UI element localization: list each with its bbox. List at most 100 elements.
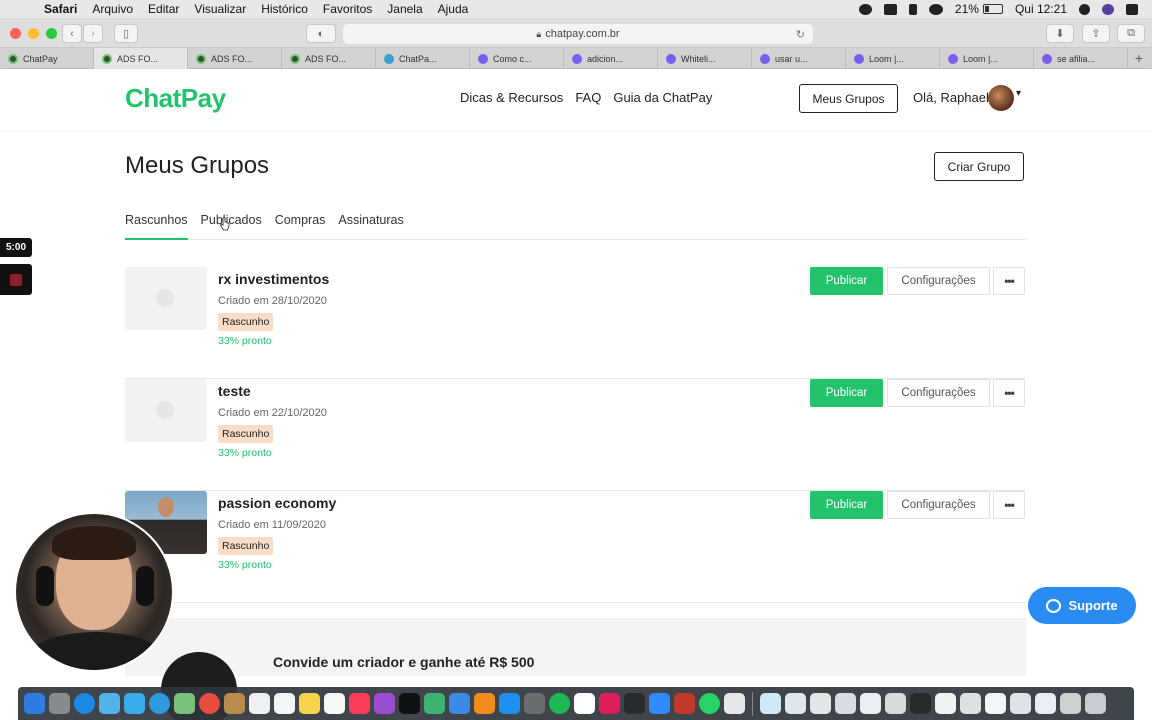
close-window-button[interactable]	[10, 28, 21, 39]
pages-icon[interactable]	[474, 693, 495, 714]
dock-document-icon[interactable]	[1060, 693, 1081, 714]
group-thumbnail[interactable]	[125, 379, 207, 442]
avatar[interactable]	[988, 85, 1014, 111]
menu-editar[interactable]: Editar	[148, 2, 179, 16]
browser-tab[interactable]: ADS FO...	[188, 48, 282, 69]
tab-publicados[interactable]: Publicados	[201, 213, 262, 240]
browser-tab[interactable]: Loom |...	[846, 48, 940, 69]
invite-text[interactable]: Convide um criador e ganhe até R$ 500	[273, 654, 534, 670]
preview-icon[interactable]	[99, 693, 120, 714]
dock-document-icon[interactable]	[885, 693, 906, 714]
textedit-icon[interactable]	[724, 693, 745, 714]
dock-document-icon[interactable]	[1035, 693, 1056, 714]
app-store-icon[interactable]	[499, 693, 520, 714]
wifi-icon[interactable]	[928, 3, 943, 15]
siri-icon[interactable]	[1102, 3, 1114, 15]
privacy-shield-icon[interactable]: ◐	[306, 24, 336, 43]
control-center-icon[interactable]	[1126, 3, 1138, 15]
photos-icon[interactable]	[199, 693, 220, 714]
browser-tab[interactable]: ChatPay	[0, 48, 94, 69]
browser-tab[interactable]: ChatPa...	[376, 48, 470, 69]
mail-icon[interactable]	[124, 693, 145, 714]
user-greeting[interactable]: Olá, Raphael	[913, 90, 989, 105]
dock-document-icon[interactable]	[960, 693, 981, 714]
downloads-icon[interactable]: ⬇	[1046, 24, 1074, 43]
publish-button[interactable]: Publicar	[810, 267, 883, 295]
settings-button[interactable]: Configurações	[887, 267, 990, 295]
messages-icon[interactable]	[149, 693, 170, 714]
browser-tab[interactable]: Loom |...	[940, 48, 1034, 69]
contacts-icon[interactable]	[224, 693, 245, 714]
tab-rascunhos[interactable]: Rascunhos	[125, 213, 188, 240]
podcasts-icon[interactable]	[374, 693, 395, 714]
more-options-icon[interactable]: •••	[993, 267, 1025, 295]
nav-dicas-recursos[interactable]: Dicas & Recursos	[460, 90, 563, 105]
back-button[interactable]: ‹	[62, 24, 82, 43]
new-tab-button[interactable]: +	[1128, 48, 1150, 68]
reload-icon[interactable]: ↻	[796, 28, 805, 41]
group-name[interactable]: teste	[218, 383, 251, 399]
calendar-icon[interactable]	[249, 693, 270, 714]
menu-ajuda[interactable]: Ajuda	[438, 2, 469, 16]
tab-assinaturas[interactable]: Assinaturas	[338, 213, 403, 240]
tab-compras[interactable]: Compras	[275, 213, 326, 240]
more-options-icon[interactable]: •••	[993, 491, 1025, 519]
bluetooth-icon[interactable]	[908, 3, 917, 15]
dock-document-icon[interactable]	[985, 693, 1006, 714]
dock-document-icon[interactable]	[785, 693, 806, 714]
menu-visualizar[interactable]: Visualizar	[194, 2, 246, 16]
terminal-icon[interactable]	[624, 693, 645, 714]
battery-indicator[interactable]: 21%	[955, 2, 1003, 16]
reminders-icon[interactable]	[274, 693, 295, 714]
publish-button[interactable]: Publicar	[810, 379, 883, 407]
my-groups-button[interactable]: Meus Grupos	[799, 84, 898, 113]
browser-tab-active[interactable]: ADS FO...	[94, 48, 188, 69]
keynote-icon[interactable]	[449, 693, 470, 714]
publish-button[interactable]: Publicar	[810, 491, 883, 519]
gear-status-icon[interactable]	[858, 3, 872, 15]
create-group-button[interactable]: Criar Grupo	[934, 152, 1024, 181]
nav-faq[interactable]: FAQ	[575, 90, 601, 105]
notion-icon[interactable]	[574, 693, 595, 714]
settings-button[interactable]: Configurações	[887, 491, 990, 519]
spotlight-search-icon[interactable]	[1079, 3, 1090, 15]
chevron-down-icon[interactable]: ▾	[1016, 88, 1021, 99]
dock-document-icon[interactable]	[1010, 693, 1031, 714]
menu-arquivo[interactable]: Arquivo	[92, 2, 133, 16]
browser-tab[interactable]: Whiteli...	[658, 48, 752, 69]
dock-window-icon[interactable]	[910, 693, 931, 714]
finder-icon[interactable]	[24, 693, 45, 714]
group-thumbnail[interactable]	[125, 267, 207, 330]
music-icon[interactable]	[349, 693, 370, 714]
apple-tv-icon[interactable]	[399, 693, 420, 714]
tab-overview-icon[interactable]: ⧉	[1117, 24, 1145, 43]
group-name[interactable]: rx investimentos	[218, 271, 329, 287]
chatpay-logo[interactable]: ChatPay	[125, 83, 226, 114]
browser-tab[interactable]: usar u...	[752, 48, 846, 69]
zoom-window-button[interactable]	[46, 28, 57, 39]
menu-janela[interactable]: Janela	[387, 2, 422, 16]
minimize-window-button[interactable]	[28, 28, 39, 39]
stop-recording-button[interactable]	[0, 264, 32, 295]
dock-document-icon[interactable]	[835, 693, 856, 714]
more-options-icon[interactable]: •••	[993, 379, 1025, 407]
launchpad-icon[interactable]	[49, 693, 70, 714]
maps-icon[interactable]	[174, 693, 195, 714]
spotify-icon[interactable]	[549, 693, 570, 714]
slack-icon[interactable]	[599, 693, 620, 714]
dock-document-icon[interactable]	[860, 693, 881, 714]
settings-button[interactable]: Configurações	[887, 379, 990, 407]
browser-tab[interactable]: adicion...	[564, 48, 658, 69]
browser-tab[interactable]: se afilia...	[1034, 48, 1128, 69]
share-icon[interactable]: ⇪	[1082, 24, 1110, 43]
address-bar[interactable]: 🔒︎ chatpay.com.br ↻	[343, 24, 813, 44]
dock-folder-icon[interactable]	[760, 693, 781, 714]
numbers-icon[interactable]	[424, 693, 445, 714]
notes-icon[interactable]	[299, 693, 320, 714]
nav-guia[interactable]: Guia da ChatPay	[613, 90, 712, 105]
forward-button[interactable]: ›	[83, 24, 103, 43]
support-button[interactable]: Suporte	[1028, 587, 1136, 624]
dictionary-icon[interactable]	[674, 693, 695, 714]
menu-app-name[interactable]: Safari	[44, 2, 77, 16]
dock-document-icon[interactable]	[810, 693, 831, 714]
